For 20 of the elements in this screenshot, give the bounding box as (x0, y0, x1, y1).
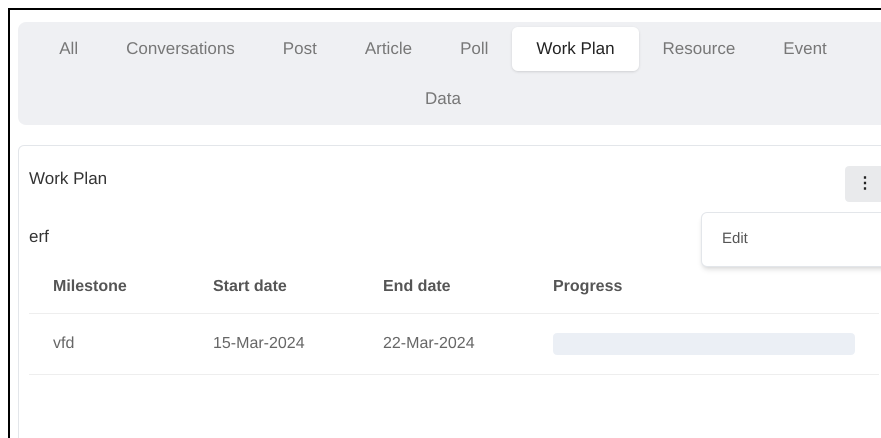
tab[interactable]: Event (759, 27, 851, 70)
table-cell: 22-Mar-2024 (383, 335, 475, 352)
card-title: Work Plan (29, 168, 108, 190)
tab[interactable]: Post (258, 27, 341, 70)
tab[interactable]: Resource (638, 27, 760, 70)
menu-item[interactable]: Edit (702, 216, 881, 262)
table-cell: 15-Mar-2024 (213, 335, 305, 352)
description: erf (29, 226, 49, 248)
tab[interactable]: Poll (436, 27, 512, 70)
column-header: End date (383, 278, 451, 295)
table-cell: vfd (53, 335, 74, 352)
column-header: Start date (213, 278, 287, 295)
column-header: Progress (553, 278, 622, 295)
tab[interactable]: Work Plan (512, 27, 639, 70)
column-header: Milestone (53, 278, 127, 295)
tab[interactable]: Conversations (102, 27, 259, 70)
tab[interactable]: All (35, 27, 102, 70)
more-menu-button[interactable]: ⋮ (845, 166, 881, 202)
tab[interactable]: Data (401, 76, 485, 120)
tab[interactable]: Article (340, 27, 436, 70)
